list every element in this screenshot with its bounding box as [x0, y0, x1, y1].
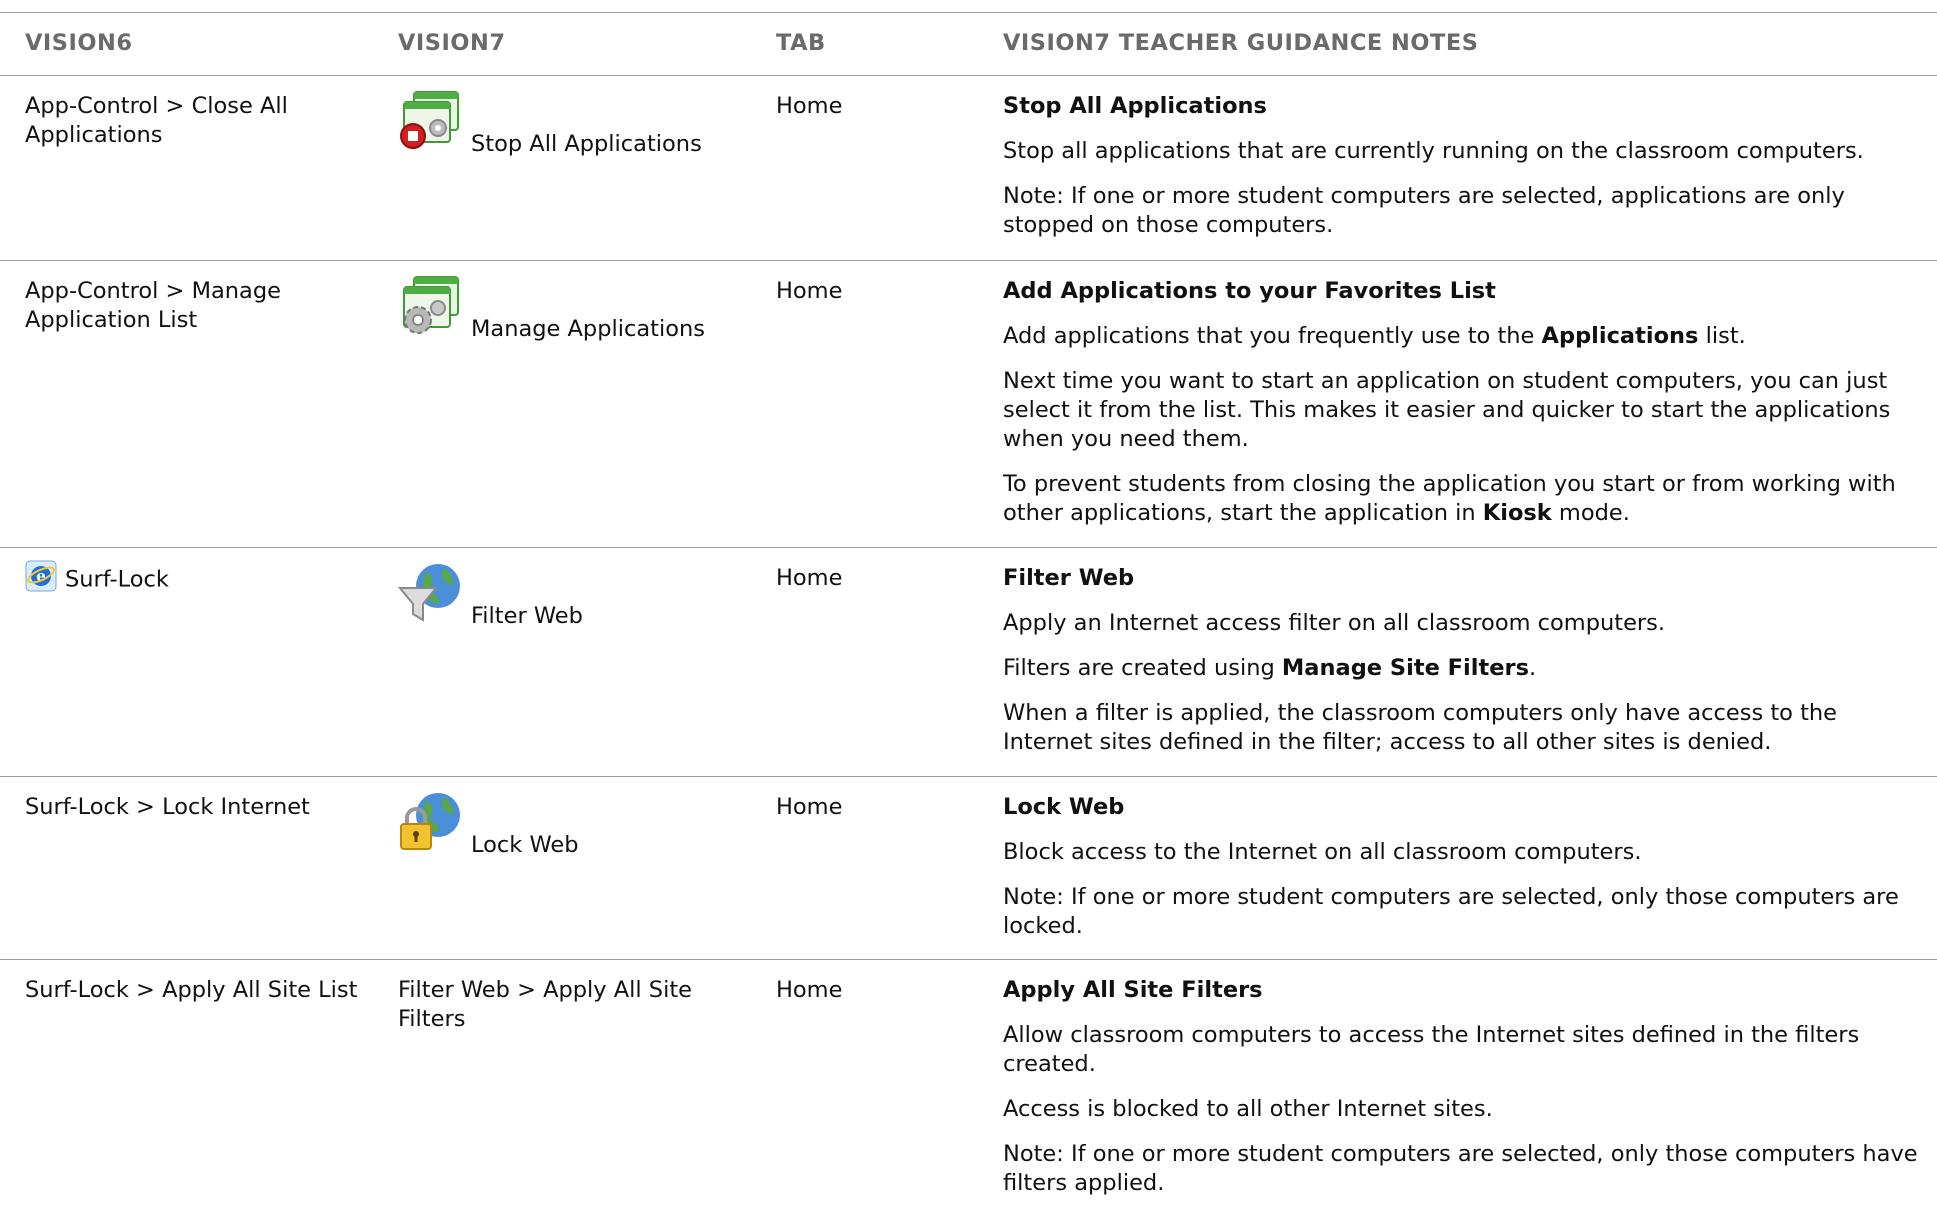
manage-applications-icon [403, 276, 459, 334]
table-row: Surf-Lock > Apply All Site List Filter W… [0, 959, 1937, 1200]
header-tab: TAB [776, 30, 826, 56]
vision6-cell: Surf-Lock > Apply All Site List [25, 977, 358, 1003]
notes-paragraph: When a filter is applied, the classroom … [1003, 700, 1838, 755]
notes-cell: Stop All Applications Stop all applicati… [1003, 92, 1933, 256]
lock-web-icon [400, 793, 460, 850]
vision6-cell: App-Control > Manage Application List [25, 278, 281, 333]
vision6-cell: App-Control > Close All Applications [25, 93, 288, 148]
notes-title: Lock Web [1003, 794, 1125, 820]
table-row: e Surf-Lock Filter Web Home Filter Web A… [0, 547, 1937, 776]
vision7-label: Filter Web [471, 603, 583, 629]
comparison-table: VISION6 VISION7 TAB VISION7 TEACHER GUID… [0, 12, 1937, 1200]
filter-web-icon [398, 564, 460, 622]
notes-paragraph: Note: If one or more student computers a… [1003, 884, 1899, 939]
internet-explorer-icon: e [25, 560, 57, 592]
notes-title: Stop All Applications [1003, 93, 1267, 119]
table-row: App-Control > Manage Application List Ma… [0, 260, 1937, 547]
header-vision7: VISION7 [398, 30, 506, 56]
table-header: VISION6 VISION7 TAB VISION7 TEACHER GUID… [0, 12, 1937, 75]
notes-paragraph: Block access to the Internet on all clas… [1003, 839, 1642, 865]
vision7-label: Manage Applications [471, 316, 705, 342]
notes-paragraph: Note: If one or more student computers a… [1003, 183, 1845, 238]
notes-paragraph: To prevent students from closing the app… [1003, 471, 1896, 526]
vision7-cell: Filter Web > Apply All Site Filters [398, 977, 693, 1032]
notes-cell: Filter Web Apply an Internet access filt… [1003, 564, 1933, 773]
vision6-cell: e Surf-Lock [25, 560, 360, 596]
table-row: App-Control > Close All Applications Sto… [0, 75, 1937, 260]
tab-cell: Home [776, 278, 843, 304]
notes-cell: Add Applications to your Favorites List … [1003, 277, 1933, 544]
notes-paragraph: Note: If one or more student computers a… [1003, 1141, 1918, 1196]
notes-paragraph: Filters are created using Manage Site Fi… [1003, 655, 1537, 681]
notes-cell: Lock Web Block access to the Internet on… [1003, 793, 1933, 957]
table-row: Surf-Lock > Lock Internet Lock Web Home … [0, 776, 1937, 959]
header-notes: VISION7 TEACHER GUIDANCE NOTES [1003, 30, 1479, 56]
notes-cell: Apply All Site Filters Allow classroom c… [1003, 976, 1933, 1214]
notes-title: Add Applications to your Favorites List [1003, 278, 1496, 304]
tab-cell: Home [776, 93, 843, 119]
notes-title: Apply All Site Filters [1003, 977, 1263, 1003]
vision6-cell: Surf-Lock > Lock Internet [25, 794, 310, 820]
notes-paragraph: Allow classroom computers to access the … [1003, 1022, 1860, 1077]
tab-cell: Home [776, 794, 843, 820]
notes-title: Filter Web [1003, 565, 1135, 591]
tab-cell: Home [776, 977, 843, 1003]
header-vision6: VISION6 [25, 30, 133, 56]
vision7-label: Stop All Applications [471, 131, 702, 157]
vision7-label: Lock Web [471, 832, 579, 858]
notes-paragraph: Next time you want to start an applicati… [1003, 368, 1891, 452]
notes-paragraph: Access is blocked to all other Internet … [1003, 1096, 1493, 1122]
vision6-label: Surf-Lock [65, 566, 169, 593]
notes-paragraph: Add applications that you frequently use… [1003, 323, 1746, 349]
notes-paragraph: Stop all applications that are currently… [1003, 138, 1864, 164]
tab-cell: Home [776, 565, 843, 591]
stop-applications-icon [400, 91, 459, 149]
notes-paragraph: Apply an Internet access filter on all c… [1003, 610, 1666, 636]
